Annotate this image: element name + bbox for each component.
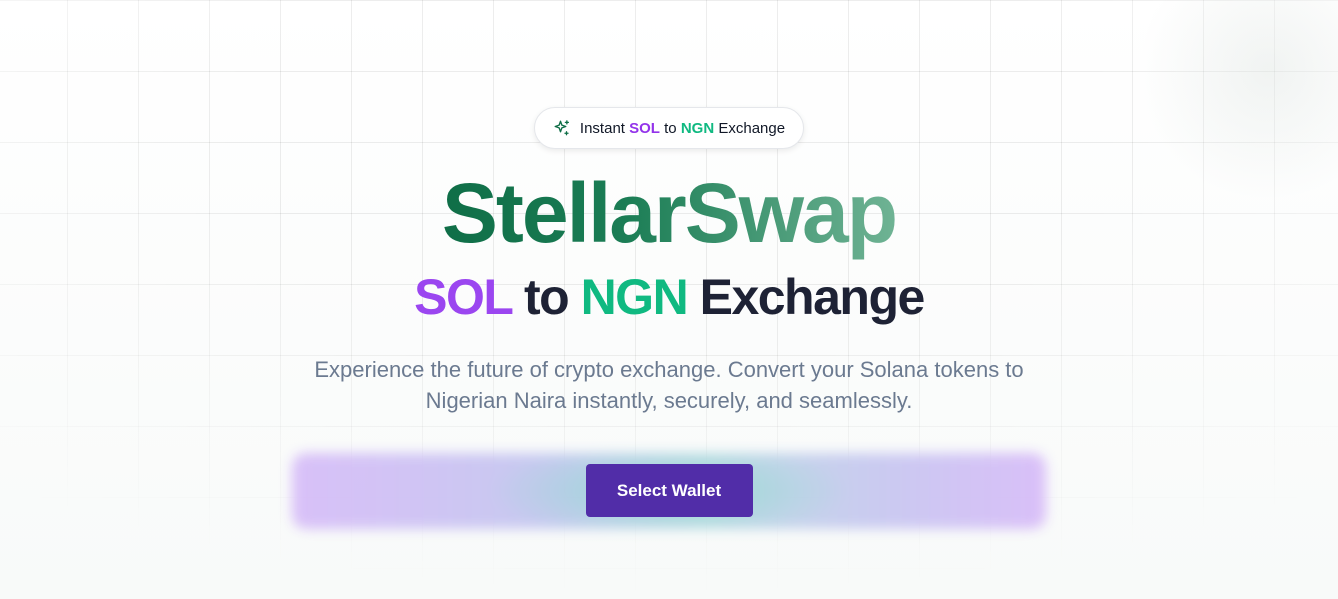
badge-to: to — [664, 119, 677, 137]
feature-badge: Instant SOL to NGN Exchange — [533, 107, 805, 149]
subtitle-sol: SOL — [414, 269, 513, 325]
hero-section: Instant SOL to NGN Exchange StellarSwap … — [0, 0, 1338, 599]
subtitle-to: to — [523, 269, 570, 325]
sparkles-icon — [553, 119, 571, 137]
landing-page: Instant SOL to NGN Exchange StellarSwap … — [0, 0, 1338, 599]
badge-text: Instant SOL to NGN Exchange — [580, 120, 785, 137]
hero-description: Experience the future of crypto exchange… — [314, 356, 1024, 413]
badge-sol: SOL — [629, 119, 660, 137]
subtitle-exchange: Exchange — [699, 269, 926, 325]
hero-subtitle: SOL to NGN Exchange — [414, 269, 926, 325]
badge-suffix: Exchange — [718, 119, 786, 137]
badge-prefix: Instant — [579, 119, 625, 137]
cta-container: Select Wallet — [292, 452, 1046, 529]
badge-ngn: NGN — [680, 119, 715, 137]
select-wallet-button[interactable]: Select Wallet — [585, 464, 753, 517]
subtitle-ngn: NGN — [580, 269, 689, 325]
brand-title: StellarSwap — [441, 166, 898, 260]
